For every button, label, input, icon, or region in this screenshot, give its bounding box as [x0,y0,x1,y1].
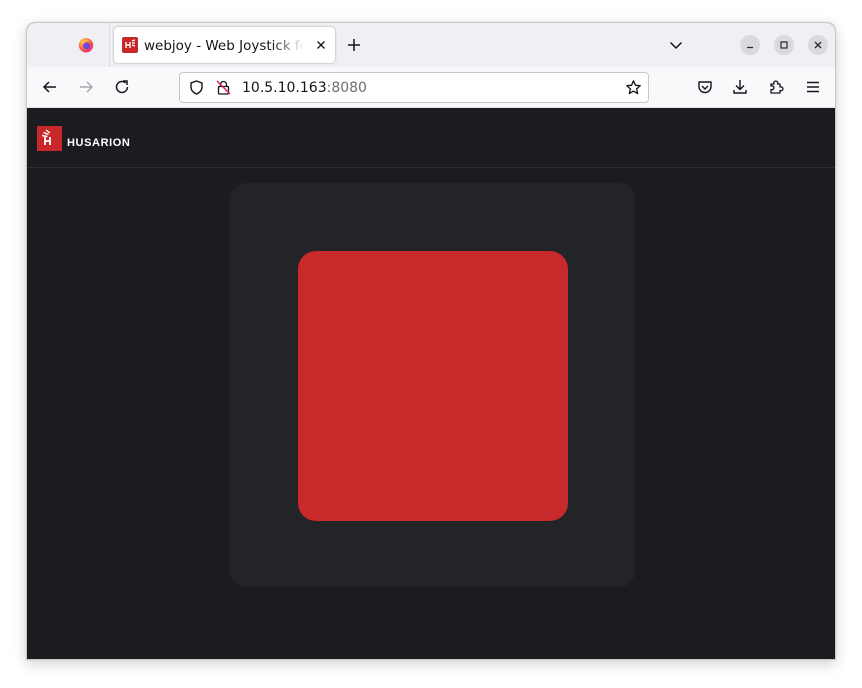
url-text[interactable]: 10.5.10.163:8080 [242,79,367,97]
close-window-button[interactable] [808,35,828,55]
plus-icon[interactable] [345,36,363,54]
close-icon [814,41,822,49]
maximize-icon [780,41,788,49]
tab-bar: webjoy - Web Joystick for [27,23,835,67]
browser-window: webjoy - Web Joystick for 10.5.10.163:80… [26,22,836,660]
pocket-icon[interactable] [696,78,714,96]
reload-icon[interactable] [113,78,131,96]
hamburger-menu-icon[interactable] [804,78,822,96]
chevron-down-icon[interactable] [668,37,684,53]
minimize-icon [747,46,753,49]
firefox-icon[interactable] [78,37,94,53]
url-bar[interactable]: 10.5.10.163:8080 [179,72,649,103]
navigation-bar: 10.5.10.163:8080 [27,67,835,108]
arrow-right-icon[interactable] [77,78,95,96]
url-port: :8080 [326,80,367,96]
minimize-button[interactable] [740,35,760,55]
maximize-button[interactable] [774,35,794,55]
lock-crossed-icon[interactable] [215,79,232,96]
url-host: 10.5.10.163 [242,80,327,96]
page-header: HUSARION [27,108,835,168]
logo-text: HUSARION [67,137,131,149]
download-icon[interactable] [731,78,749,96]
tab-webjoy[interactable]: webjoy - Web Joystick for [114,27,335,63]
close-icon[interactable] [313,37,329,53]
puzzle-icon[interactable] [768,78,786,96]
husarion-favicon [122,37,138,53]
tab-title: webjoy - Web Joystick for [144,38,304,54]
tab-separator [109,23,110,67]
arrow-left-icon[interactable] [41,78,59,96]
joystick-knob[interactable] [298,251,568,521]
husarion-logo-icon [37,126,62,151]
joystick-pad[interactable] [230,183,635,587]
star-icon[interactable] [625,79,642,96]
page-content: HUSARION [27,108,835,659]
shield-icon[interactable] [188,79,205,96]
